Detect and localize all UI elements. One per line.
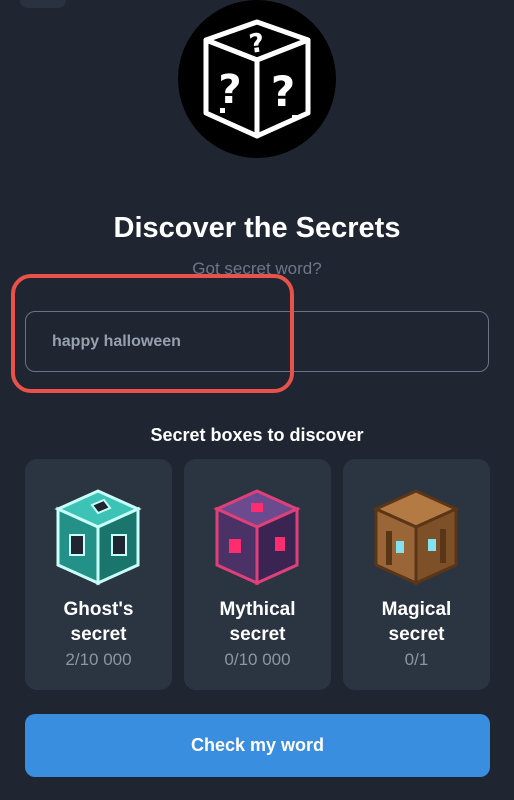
box-progress: 2/10 000: [65, 650, 132, 669]
ghost-box-icon: [54, 489, 142, 586]
top-handle: [20, 0, 66, 8]
mythical-box-icon: [213, 489, 301, 586]
mystery-box-icon: ? ? ?: [178, 0, 336, 158]
box-name: Ghost's secret: [63, 599, 134, 645]
secret-word-input[interactable]: [25, 311, 489, 372]
box-name: Mythical secret: [219, 599, 296, 645]
box-name: Magical secret: [381, 599, 452, 645]
box-progress: 0/10 000: [224, 650, 291, 669]
box-card-ghost[interactable]: Ghost's secret 2/10 000: [25, 459, 172, 690]
check-word-button[interactable]: Check my word: [25, 714, 490, 777]
section-title: Secret boxes to discover: [150, 425, 364, 445]
svg-text:?: ?: [218, 67, 241, 113]
secret-word-prompt: Got secret word?: [192, 259, 322, 278]
magical-box-icon: [372, 489, 460, 586]
secret-discovery-screen: ? ? ? Discover the Secrets Got secret wo…: [0, 0, 514, 800]
box-progress: 0/1: [404, 650, 429, 669]
box-card-magical[interactable]: Magical secret 0/1: [343, 459, 490, 690]
svg-text:?: ?: [271, 67, 295, 116]
box-card-mythical[interactable]: Mythical secret 0/10 000: [184, 459, 331, 690]
page-title: Discover the Secrets: [113, 212, 401, 244]
